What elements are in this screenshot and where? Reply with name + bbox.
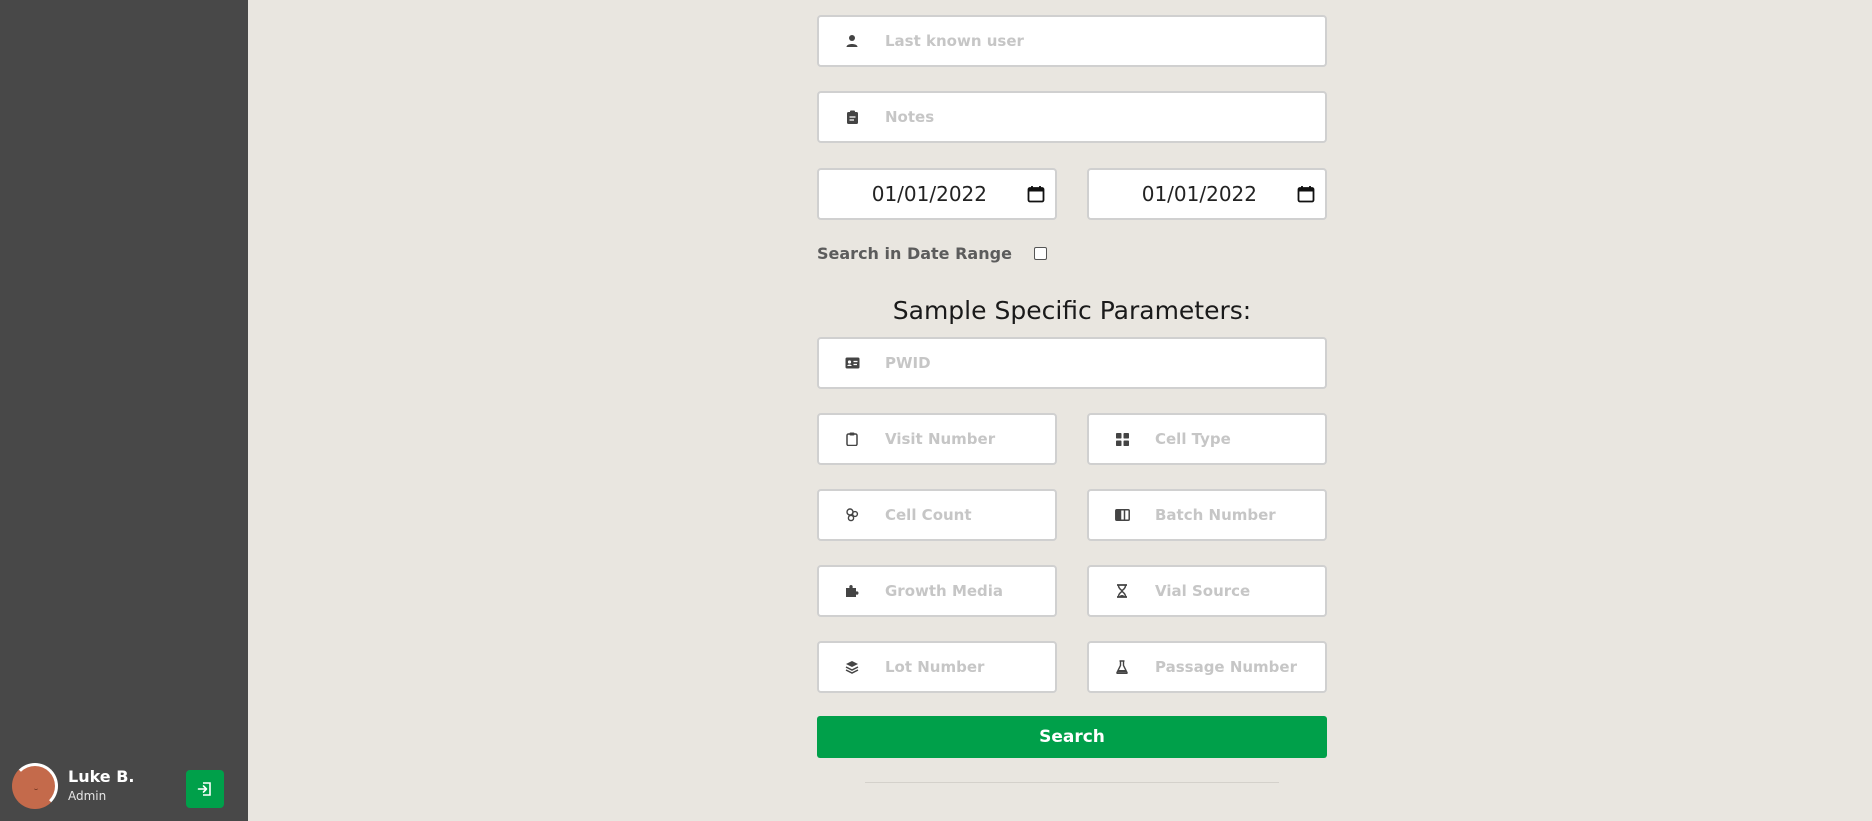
section-title: Sample Specific Parameters: [892, 296, 1252, 325]
clipboard-icon [819, 110, 885, 124]
growth-media-input[interactable] [885, 582, 1055, 600]
pwid-input[interactable] [885, 354, 1325, 372]
notes-input[interactable] [885, 108, 1325, 126]
grid-icon [1089, 432, 1155, 446]
visit-number-input[interactable] [885, 430, 1055, 448]
clipboard-outline-icon [819, 432, 885, 446]
batch-number-field[interactable] [1087, 489, 1327, 541]
puzzle-icon [819, 584, 885, 598]
cells-icon [819, 508, 885, 522]
cell-type-input[interactable] [1155, 430, 1325, 448]
batch-number-input[interactable] [1155, 506, 1325, 524]
search-button[interactable]: Search [817, 716, 1327, 758]
sidebar: Luke B. Admin [0, 0, 248, 821]
notes-field[interactable] [817, 91, 1327, 143]
avatar [12, 763, 58, 809]
vial-source-input[interactable] [1155, 582, 1325, 600]
user-profile: Luke B. Admin [12, 763, 135, 809]
columns-icon [1089, 509, 1155, 521]
visit-number-field[interactable] [817, 413, 1057, 465]
hourglass-icon [1089, 584, 1155, 598]
cell-count-input[interactable] [885, 506, 1055, 524]
id-card-icon [819, 357, 885, 369]
user-name: Luke B. [68, 767, 135, 786]
user-role: Admin [68, 789, 107, 803]
date-range-checkbox[interactable] [1033, 247, 1047, 260]
date-range-row: Search in Date Range [817, 244, 1047, 263]
calendar-icon[interactable] [1027, 185, 1045, 203]
date-to-field[interactable]: 01/01/2022 [1087, 168, 1327, 220]
passage-number-field[interactable] [1087, 641, 1327, 693]
passage-number-input[interactable] [1155, 658, 1325, 676]
date-to-value: 01/01/2022 [1141, 182, 1257, 206]
last-known-user-field[interactable] [817, 15, 1327, 67]
divider [865, 782, 1279, 783]
cell-type-field[interactable] [1087, 413, 1327, 465]
calendar-icon[interactable] [1297, 185, 1315, 203]
growth-media-field[interactable] [817, 565, 1057, 617]
pwid-field[interactable] [817, 337, 1327, 389]
date-from-field[interactable]: 01/01/2022 [817, 168, 1057, 220]
cell-count-field[interactable] [817, 489, 1057, 541]
logout-button[interactable] [186, 770, 224, 808]
lot-number-input[interactable] [885, 658, 1055, 676]
layers-icon [819, 660, 885, 674]
logout-icon [197, 782, 211, 796]
vial-source-field[interactable] [1087, 565, 1327, 617]
user-icon [819, 34, 885, 48]
lot-number-field[interactable] [817, 641, 1057, 693]
date-range-label: Search in Date Range [817, 244, 1012, 263]
last-known-user-input[interactable] [885, 32, 1325, 50]
date-from-value: 01/01/2022 [871, 182, 987, 206]
main-content: 01/01/2022 01/01/2022 Search in Date Ran… [248, 0, 1872, 821]
flask-icon [1089, 660, 1155, 674]
